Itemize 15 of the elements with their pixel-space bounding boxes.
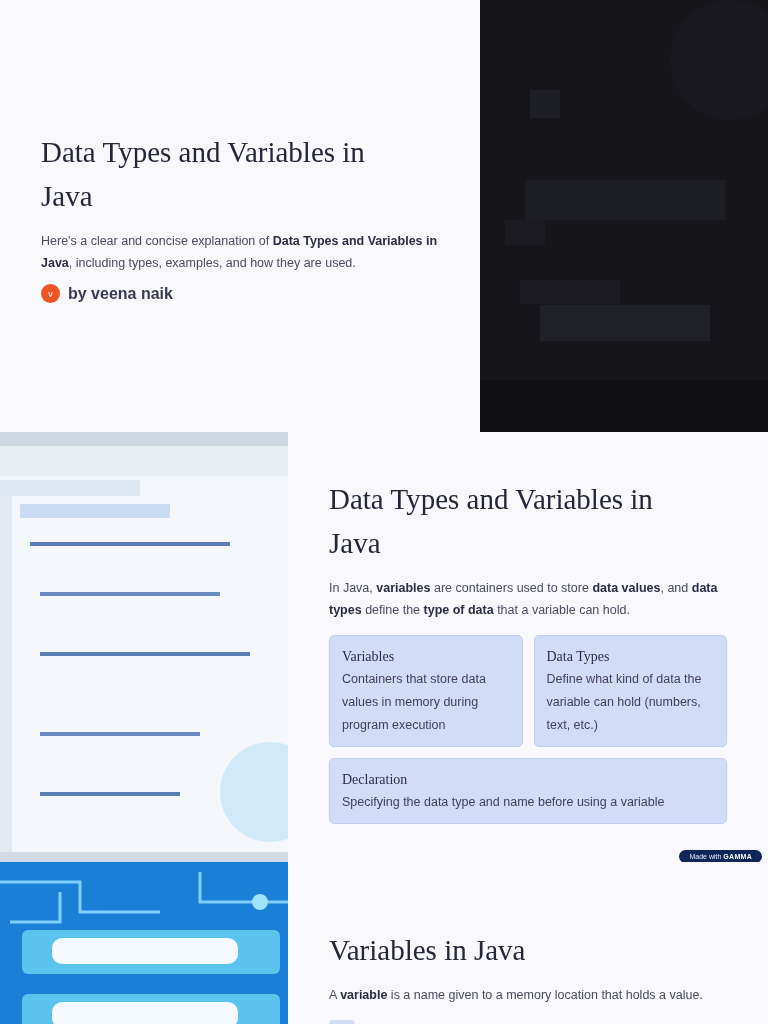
card-title: Declaration: [342, 771, 409, 789]
slide-title: Data Types and Variables in Java: [329, 482, 654, 561]
card-text: Containers that store data values in memory during program execution: [342, 671, 487, 734]
card-title: Data Types: [546, 648, 611, 666]
intro-text: A variable is a name given to a memory location that holds a value.: [329, 988, 703, 1002]
card-text: Specifying the data type and name before using a variable: [342, 794, 666, 811]
author-avatar: v: [41, 284, 60, 303]
author-name: by veena naik: [68, 284, 173, 303]
intro-text: Here's a clear and concise explanation of Data Types and Variables in Java, including types, examples, and how they are used.: [41, 234, 438, 270]
slide-title: Data Types and Variables in Java: [41, 135, 366, 214]
card-background: [329, 1020, 355, 1024]
slide-title: Variables in Java: [329, 933, 527, 968]
card-text: Define what kind of data the variable can hold (numbers, text, etc.): [546, 671, 703, 734]
card-title: Variables: [342, 648, 396, 666]
intro-text: In Java, variables are containers used to store data values, and data types define the type of data that a variable can hold.: [329, 581, 718, 617]
